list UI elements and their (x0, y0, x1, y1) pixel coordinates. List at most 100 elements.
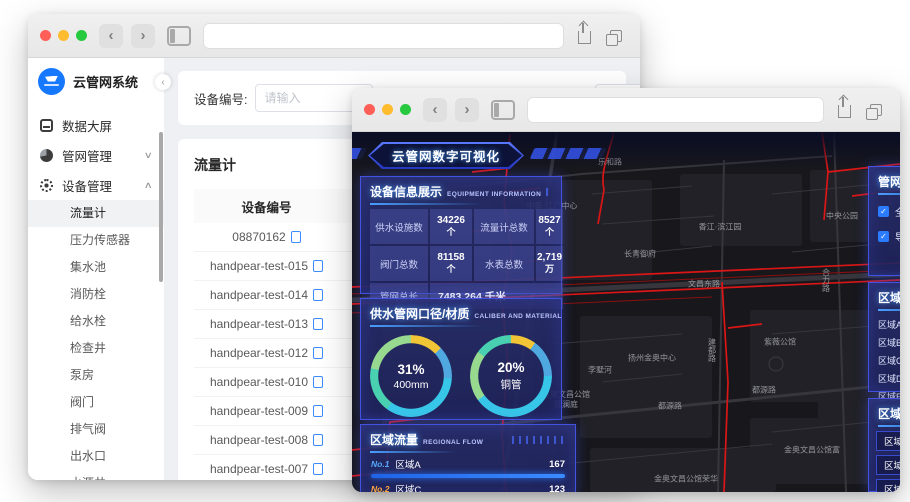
copy-icon[interactable] (309, 289, 324, 302)
share-button[interactable] (832, 97, 856, 122)
minimize-window-button[interactable] (58, 30, 69, 41)
chevron-up-icon: ∧ (144, 179, 154, 190)
sidebar-subitem[interactable]: 水源井 (28, 470, 164, 480)
device-code-cell: 08870162 (194, 230, 339, 244)
copy-icon[interactable] (309, 347, 324, 360)
sidebar-item-data-screen[interactable]: 数据大屏 (28, 110, 164, 140)
panel-title: 区域流量 (370, 433, 419, 447)
forward-button[interactable]: › (455, 97, 479, 122)
region-stats-panel: 区域统计 区域A区域B区域C区域D区域E 0 (868, 282, 900, 416)
map-label: 扬州金奥中心 (628, 353, 676, 363)
device-code-cell: handpear-test-015 (194, 259, 339, 273)
region-row[interactable]: 区域C (876, 455, 900, 475)
close-window-button[interactable] (40, 30, 51, 41)
zoom-window-button[interactable] (76, 30, 87, 41)
share-icon (577, 23, 591, 44)
sidebar-subitem[interactable]: 排气阀 (28, 416, 164, 443)
region-row[interactable]: 区域B (876, 431, 900, 451)
donut-percent: 20% (497, 360, 525, 375)
legend-item: 区域C (869, 351, 900, 369)
copy-icon[interactable] (309, 434, 324, 447)
panel-decor-dots (512, 435, 566, 444)
panel-title: 管网图层 (878, 175, 900, 189)
sidebar-subitem[interactable]: 给水栓 (28, 308, 164, 335)
app-title: 云管网系统 (73, 74, 139, 90)
traffic-lights (364, 104, 411, 115)
panel-decor-dots (546, 187, 552, 196)
flow-bar (371, 474, 565, 478)
donut-chart: 20% 铜管 (470, 335, 552, 417)
tabs-overview-button[interactable] (604, 24, 628, 48)
address-bar[interactable] (203, 22, 564, 49)
regional-flow-rows: No.1 区域A 167 No.2 区域C 123 (361, 457, 575, 492)
back-button[interactable]: ‹ (99, 23, 123, 48)
sidebar-submenu: 流量计压力传感器集水池消防栓给水栓检查井泵房阀门排气阀出水口水源井 (28, 200, 164, 480)
map-label: 长青御府 (624, 249, 656, 259)
column-device-code: 设备编号 (241, 200, 292, 215)
sidebar-item-device-mgmt[interactable]: 设备管理 ∧ (28, 170, 164, 200)
legend-item: 区域D (869, 369, 900, 387)
copy-icon[interactable] (309, 405, 324, 418)
copy-icon[interactable] (287, 231, 301, 244)
stat-value: 34226 个 (430, 209, 472, 244)
flow-region: 区域A (395, 460, 421, 471)
donut-charts: 31% 400mm 20% 铜管 (361, 335, 561, 417)
stat-value: 8527 个 (536, 209, 564, 244)
sidebar-item-pipe-mgmt[interactable]: 管网管理 ∨ (28, 140, 164, 170)
share-button[interactable] (572, 23, 596, 48)
sidebar-subitem[interactable]: 阀门 (28, 389, 164, 416)
device-code-cell: handpear-test-010 (194, 375, 339, 389)
flow-region: 区域C (395, 485, 422, 492)
sidebar-toggle-icon[interactable] (167, 25, 191, 46)
browser-chrome: ‹ › (28, 14, 640, 58)
stat-label: 流量计总数 (474, 209, 534, 244)
sidebar-collapse-button[interactable]: ‹ (155, 74, 171, 90)
back-button[interactable]: ‹ (423, 97, 447, 122)
map-label: 金奥文昌公馆荣华 (654, 474, 718, 484)
forward-button[interactable]: › (131, 23, 155, 48)
sidebar-subitem[interactable]: 消防栓 (28, 281, 164, 308)
device-code-cell: handpear-test-013 (194, 317, 339, 331)
sidebar-subitem[interactable]: 流量计 (28, 200, 164, 227)
legend-item: 区域B (869, 333, 900, 351)
browser-chrome: ‹ › (352, 88, 900, 132)
copy-icon[interactable] (309, 260, 324, 273)
minimize-window-button[interactable] (382, 104, 393, 115)
screen-icon (40, 118, 53, 132)
copy-icon (866, 103, 882, 120)
copy-icon[interactable] (309, 318, 324, 331)
layer-option[interactable]: ✓全选 (869, 199, 900, 224)
sidebar-subitem[interactable]: 出水口 (28, 443, 164, 470)
legend-item: 区域A (869, 315, 900, 333)
close-window-button[interactable] (364, 104, 375, 115)
flow-row: No.1 区域A 167 (371, 457, 565, 478)
panel-subtitle: CALIBER AND MATERIAL (474, 313, 562, 320)
checkbox[interactable]: ✓ (878, 231, 889, 242)
gear-icon (40, 178, 53, 192)
sidebar-subitem[interactable]: 压力传感器 (28, 227, 164, 254)
checkbox[interactable]: ✓ (878, 206, 889, 217)
zoom-window-button[interactable] (400, 104, 411, 115)
map-label: 金奥文昌公馆富 (784, 445, 840, 455)
device-code-cell: handpear-test-007 (194, 462, 339, 476)
map-label: 紫薇公馆 (764, 337, 796, 347)
sidebar-subitem[interactable]: 泵房 (28, 362, 164, 389)
layer-option[interactable]: ✓导入 (869, 224, 900, 249)
stat-value: 2,719 万 (536, 246, 564, 281)
sidebar-subitem[interactable]: 集水池 (28, 254, 164, 281)
sidebar-toggle-icon[interactable] (491, 99, 515, 120)
copy-icon[interactable] (309, 463, 324, 476)
flow-value: 167 (549, 458, 565, 470)
caliber-material-panel: 供水管网口径/材质 CALIBER AND MATERIAL 31% 400mm 2… (360, 298, 562, 420)
sidebar-subitem[interactable]: 检查井 (28, 335, 164, 362)
device-code-cell: handpear-test-012 (194, 346, 339, 360)
region-row[interactable]: 区域D (876, 479, 900, 492)
tabs-overview-button[interactable] (864, 98, 888, 122)
stat-label: 水表总数 (474, 246, 534, 281)
copy-icon[interactable] (309, 376, 324, 389)
chevron-down-icon: ∨ (144, 149, 154, 160)
sidebar-scrollbar[interactable] (159, 132, 163, 282)
address-bar[interactable] (527, 96, 824, 123)
stat-label: 供水设施数 (370, 209, 428, 244)
donut-label: 400mm (393, 378, 429, 391)
